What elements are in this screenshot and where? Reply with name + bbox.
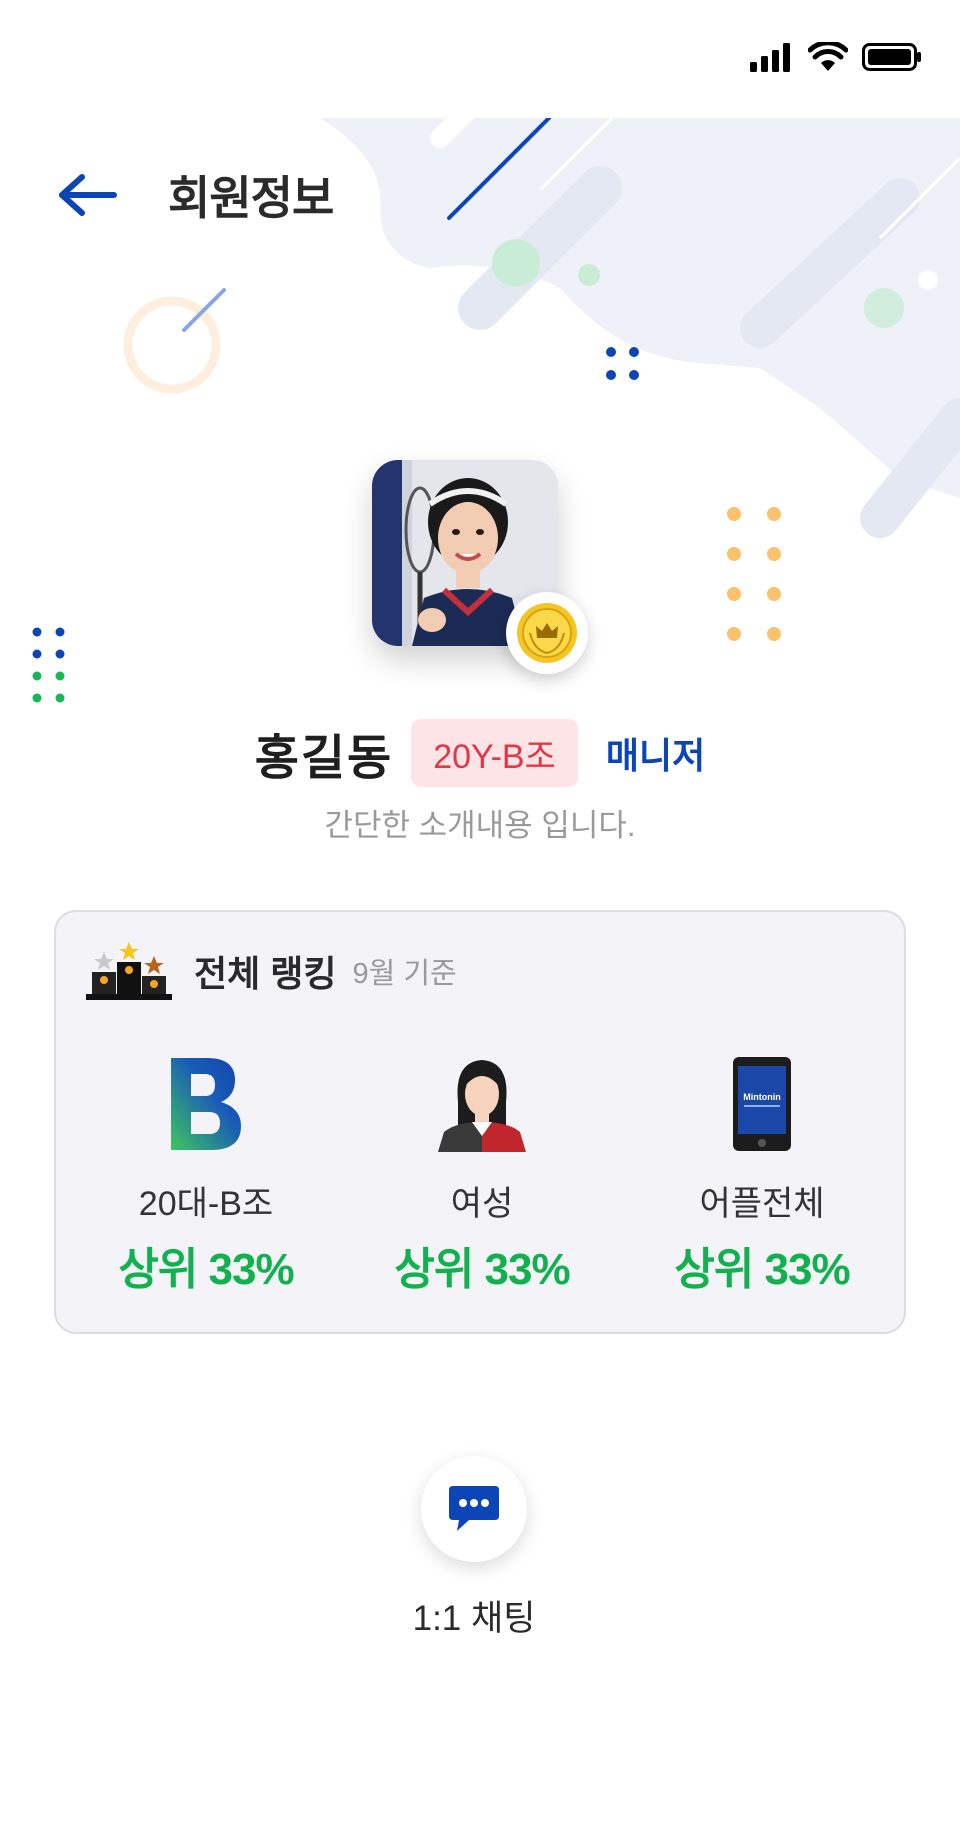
rank-value: 상위 33% <box>394 1245 570 1294</box>
battery-icon <box>862 43 921 71</box>
medal-badge <box>506 592 588 674</box>
crown-medal-icon <box>517 603 577 663</box>
female-avatar-icon <box>438 1060 526 1152</box>
ranking-header: 전체 랭킹 9월 기준 <box>86 942 457 1000</box>
rank-item-group: 20대-B조 상위 33% <box>86 1044 326 1297</box>
status-bar <box>0 0 960 118</box>
ranking-card: 전체 랭킹 9월 기준 20대-B조 상위 33% 여성 상위 33% Mint… <box>54 910 906 1334</box>
b-grade-icon <box>171 1058 241 1150</box>
chat-label: 1:1 채팅 <box>412 1599 536 1638</box>
ranking-subtitle: 9월 기준 <box>352 958 457 990</box>
rank-label: 어플전체 <box>699 1185 825 1223</box>
wifi-icon <box>808 42 848 71</box>
profile-intro: 간단한 소개내용 입니다. <box>324 808 636 843</box>
page-title: 회원정보 <box>168 172 334 224</box>
rank-item-gender: 여성 상위 33% <box>362 1044 602 1297</box>
role-label: 매니저 <box>605 735 706 776</box>
signal-icon <box>750 43 790 72</box>
group-badge: 20Y-B조 <box>411 719 578 787</box>
rank-label: 여성 <box>450 1185 514 1223</box>
chat-bubble-icon <box>449 1486 499 1531</box>
back-button[interactable] <box>56 160 126 230</box>
app-name-text: Mintonin <box>743 1092 781 1102</box>
podium-icon <box>86 942 172 1000</box>
ranking-title: 전체 랭킹 <box>194 953 337 994</box>
chat-button[interactable] <box>421 1456 527 1562</box>
rank-value: 상위 33% <box>674 1245 850 1294</box>
member-name: 홍길동 <box>254 732 394 785</box>
profile-name-row: 홍길동 20Y-B조 매니저 <box>0 718 960 788</box>
back-arrow-icon <box>59 174 117 216</box>
rank-value: 상위 33% <box>118 1245 294 1294</box>
rank-item-app: Mintonin 어플전체 상위 33% <box>642 1044 882 1297</box>
rank-label: 20대-B조 <box>138 1185 274 1223</box>
header: 회원정보 <box>56 160 334 230</box>
smartphone-icon: Mintonin <box>733 1057 791 1151</box>
